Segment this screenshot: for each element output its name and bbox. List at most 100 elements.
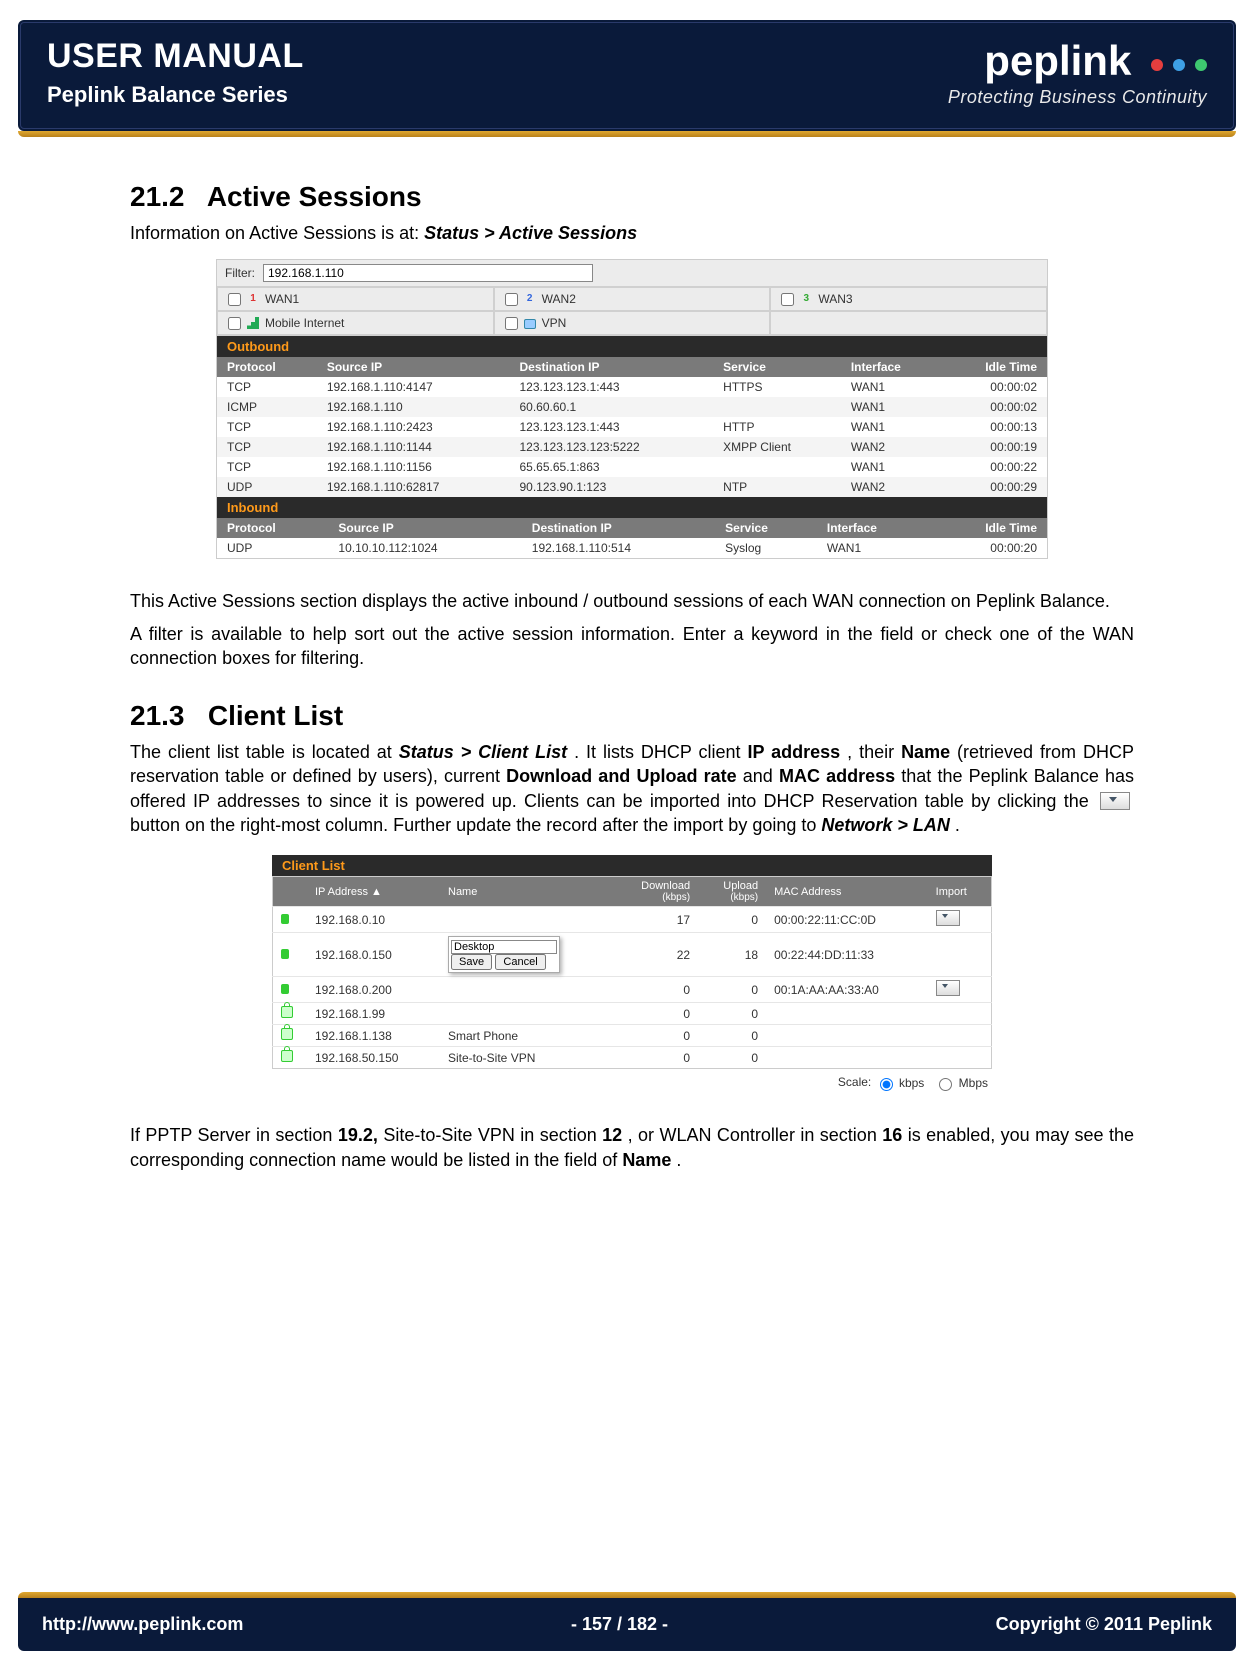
import-button[interactable]	[936, 910, 960, 926]
wan-label: WAN3	[818, 292, 852, 306]
client-ip-cell: 192.168.0.200	[307, 977, 440, 1003]
client-ip-cell: 192.168.50.150	[307, 1047, 440, 1069]
session-cell: 65.65.65.1:863	[510, 457, 714, 477]
col-import[interactable]: Import	[928, 877, 992, 907]
client-import-cell	[928, 1025, 992, 1047]
wan-filter-cell[interactable]: 3WAN3	[770, 287, 1047, 311]
wan-checkbox[interactable]	[781, 293, 794, 306]
scale-kbps-option[interactable]: kbps	[875, 1076, 925, 1090]
save-button[interactable]: Save	[451, 954, 492, 970]
client-download-cell: 0	[611, 977, 698, 1003]
session-cell: 192.168.1.110	[317, 397, 510, 417]
session-col-header: Source IP	[328, 518, 521, 538]
client-name-cell[interactable]: Smart Phone	[440, 1025, 611, 1047]
wan-filter-cell[interactable]: 2 WAN2	[494, 287, 771, 311]
client-status-cell	[273, 907, 308, 933]
session-cell: 00:00:20	[930, 538, 1047, 558]
client-name-cell[interactable]	[440, 907, 611, 933]
session-cell: ICMP	[217, 397, 317, 417]
client-import-cell	[928, 933, 992, 977]
client-ip-cell: 192.168.1.138	[307, 1025, 440, 1047]
client-mac-cell: 00:1A:AA:AA:33:A0	[766, 977, 928, 1003]
session-col-header: Idle Time	[930, 518, 1047, 538]
session-cell: WAN1	[841, 377, 943, 397]
client-name-cell[interactable]	[440, 977, 611, 1003]
name-edit-input[interactable]	[451, 940, 557, 954]
lock-icon	[524, 319, 536, 329]
wan-label: WAN2	[542, 292, 576, 306]
client-list-table: IP Address ▲ Name Download (kbps) Upload…	[272, 876, 992, 1069]
client-status-cell	[273, 1047, 308, 1069]
client-name-cell[interactable]: Site-to-Site VPN	[440, 1047, 611, 1069]
outbound-head-row: ProtocolSource IPDestination IPServiceIn…	[217, 357, 1047, 377]
wan-checkbox[interactable]	[505, 293, 518, 306]
session-cell: HTTPS	[713, 377, 841, 397]
footer-inner: http://www.peplink.com - 157 / 182 - Cop…	[18, 1598, 1236, 1651]
section-title: Client List	[208, 700, 343, 731]
section-number: 21.3	[130, 700, 185, 731]
text: , their	[847, 742, 901, 762]
filter-input[interactable]	[263, 264, 593, 282]
col-upload[interactable]: Upload (kbps)	[698, 877, 766, 907]
client-import-cell	[928, 1047, 992, 1069]
client-mac-cell: 00:00:22:11:CC:0D	[766, 907, 928, 933]
scale-kbps-radio[interactable]	[880, 1078, 893, 1091]
client-download-cell: 17	[611, 907, 698, 933]
text-bold: 12	[602, 1125, 622, 1145]
session-row: TCP192.168.1.110:1144123.123.123.123:522…	[217, 437, 1047, 457]
session-cell: WAN2	[841, 477, 943, 497]
scale-mbps-option[interactable]: Mbps	[934, 1076, 988, 1090]
signal-icon	[247, 317, 259, 329]
session-cell: 192.168.1.110:2423	[317, 417, 510, 437]
client-name-cell[interactable]	[440, 1003, 611, 1025]
header-left: USER MANUAL Peplink Balance Series	[47, 37, 304, 108]
page-header: USER MANUAL Peplink Balance Series pepli…	[18, 20, 1236, 131]
wan-checkbox[interactable]	[228, 293, 241, 306]
text-bold: 19.2,	[338, 1125, 378, 1145]
col-ip[interactable]: IP Address ▲	[307, 877, 440, 907]
client-mac-cell	[766, 1003, 928, 1025]
cancel-button[interactable]: Cancel	[495, 954, 545, 970]
wan-filter-cell[interactable]: Mobile Internet	[217, 311, 494, 335]
session-cell: WAN1	[841, 457, 943, 477]
footer-copy: Copyright © 2011 Peplink	[996, 1614, 1212, 1635]
wan-checkbox[interactable]	[505, 317, 518, 330]
import-button[interactable]	[936, 980, 960, 996]
dot-icon	[1195, 59, 1207, 71]
client-row: 192.168.0.2000000:1A:AA:AA:33:A0	[273, 977, 992, 1003]
client-head-row: IP Address ▲ Name Download (kbps) Upload…	[273, 877, 992, 907]
section-number: 21.2	[130, 181, 185, 212]
text: If PPTP Server in section	[130, 1125, 338, 1145]
scale-mbps-radio[interactable]	[939, 1078, 952, 1091]
wan-number-icon: 2	[524, 293, 536, 305]
col-mac[interactable]: MAC Address	[766, 877, 928, 907]
client-name-cell[interactable]: Save Cancel	[440, 933, 611, 977]
client-status-cell	[273, 933, 308, 977]
wan-filter-cell[interactable]: 1WAN1	[217, 287, 494, 311]
lock-icon	[281, 1006, 293, 1018]
session-cell: NTP	[713, 477, 841, 497]
text: Site-to-Site VPN in section	[383, 1125, 602, 1145]
session-cell: 00:00:02	[943, 377, 1047, 397]
client-import-cell	[928, 1003, 992, 1025]
session-cell: 00:00:29	[943, 477, 1047, 497]
wan-filter-cell-empty	[770, 311, 1047, 335]
client-status-cell	[273, 1025, 308, 1047]
client-row: 192.168.1.9900	[273, 1003, 992, 1025]
col-download[interactable]: Download (kbps)	[611, 877, 698, 907]
session-cell: 123.123.123.123:5222	[510, 437, 714, 457]
wan-checkbox[interactable]	[228, 317, 241, 330]
online-icon	[281, 984, 289, 994]
scale-mbps-text: Mbps	[959, 1076, 988, 1090]
session-col-header: Service	[713, 357, 841, 377]
session-cell: 192.168.1.110:4147	[317, 377, 510, 397]
brand-text: peplink	[984, 37, 1131, 84]
session-col-header: Protocol	[217, 357, 317, 377]
wan-filter-cell[interactable]: VPN	[494, 311, 771, 335]
name-edit-popup: Save Cancel	[448, 936, 560, 973]
session-cell: TCP	[217, 377, 317, 397]
session-col-header: Destination IP	[510, 357, 714, 377]
wan-number-icon: 1	[247, 293, 259, 305]
col-name[interactable]: Name	[440, 877, 611, 907]
dot-icon	[1173, 59, 1185, 71]
